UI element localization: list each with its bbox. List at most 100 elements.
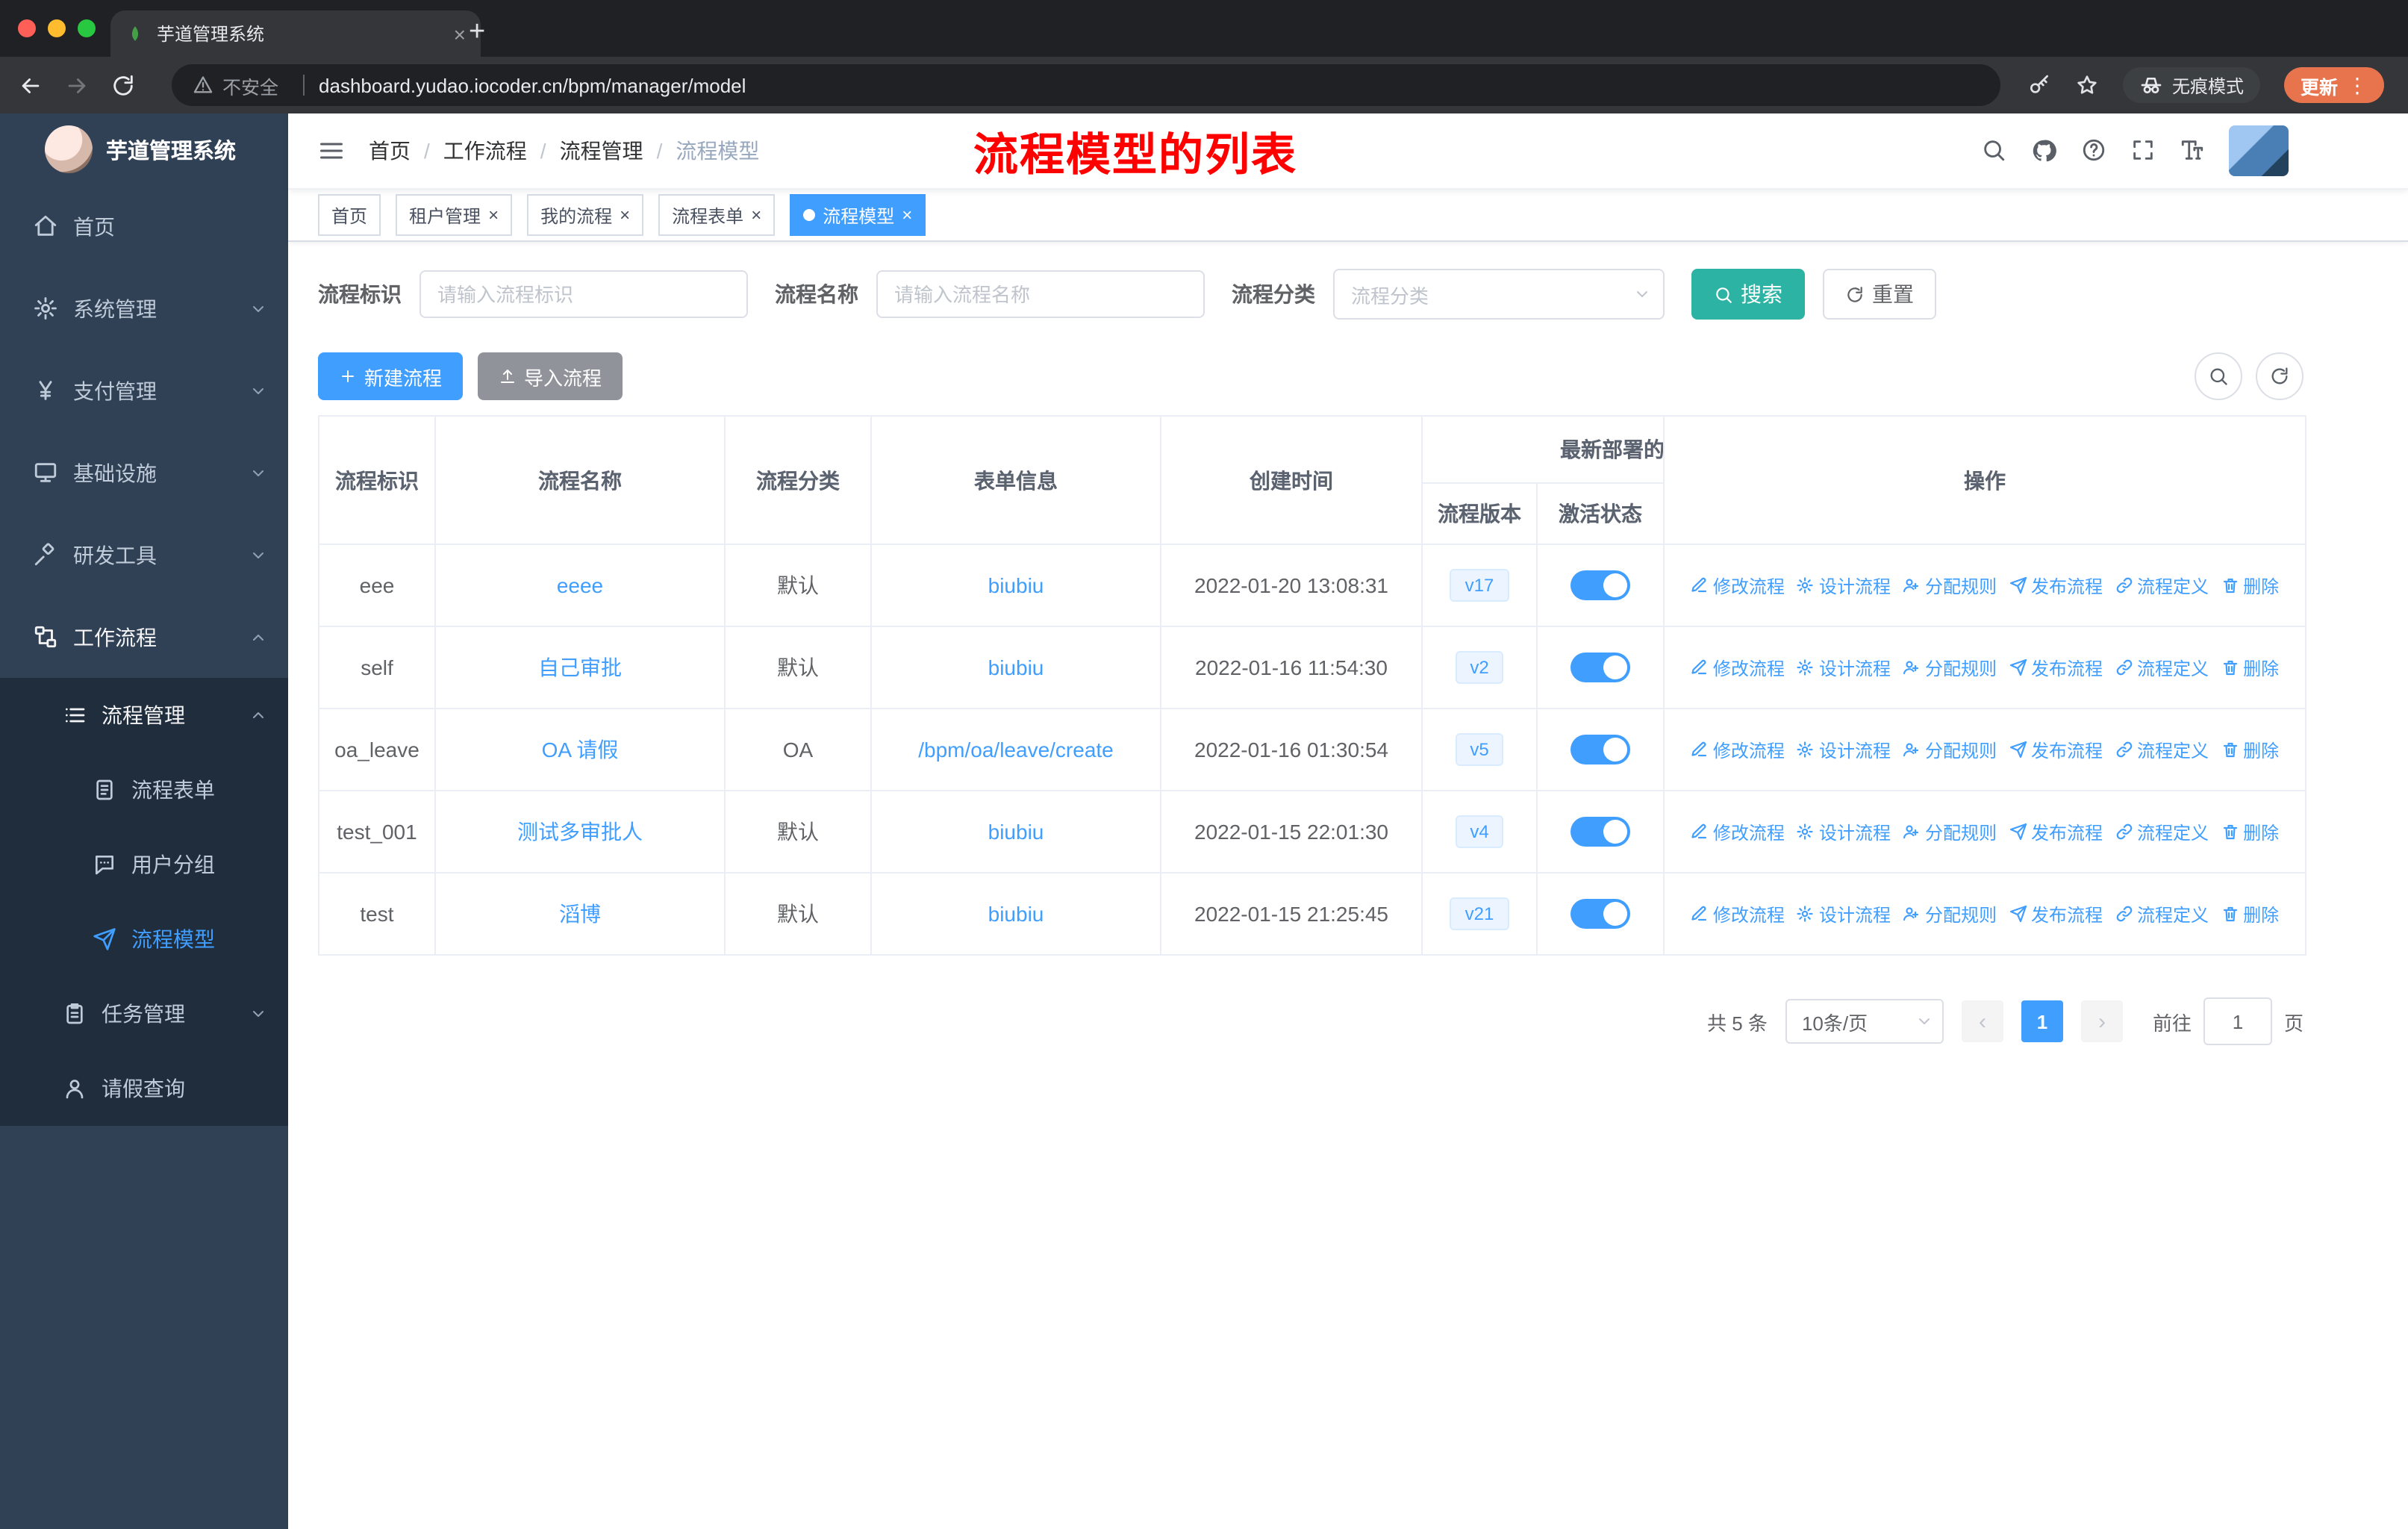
process-name-link[interactable]: 自己审批: [538, 655, 622, 679]
back-button[interactable]: [18, 72, 43, 98]
modify-process-action[interactable]: 修改流程: [1691, 737, 1785, 762]
tab-my-process[interactable]: 我的流程 ×: [527, 194, 644, 236]
process-definition-action[interactable]: 流程定义: [2115, 819, 2209, 844]
publish-process-action[interactable]: 发布流程: [2009, 819, 2103, 844]
tab-home[interactable]: 首页: [318, 194, 381, 236]
breadcrumb-item[interactable]: 首页: [369, 136, 411, 166]
sidebar-item-process-management[interactable]: 流程管理: [0, 678, 288, 753]
bookmark-star-icon[interactable]: [2075, 73, 2099, 97]
address-bar[interactable]: 不安全 dashboard.yudao.iocoder.cn/bpm/manag…: [172, 64, 2000, 106]
next-page-button[interactable]: ›: [2080, 1000, 2123, 1042]
breadcrumb-item[interactable]: 工作流程: [443, 136, 527, 166]
user-avatar[interactable]: [2229, 125, 2289, 176]
assign-rule-action[interactable]: 分配规则: [1903, 737, 1997, 762]
password-key-icon[interactable]: [2027, 73, 2051, 97]
zoom-window-button[interactable]: [78, 19, 96, 37]
publish-process-action[interactable]: 发布流程: [2009, 737, 2103, 762]
toggle-search-button[interactable]: [2195, 352, 2242, 400]
process-definition-action[interactable]: 流程定义: [2115, 655, 2209, 680]
refresh-table-button[interactable]: [2256, 352, 2303, 400]
url-text[interactable]: dashboard.yudao.iocoder.cn/bpm/manager/m…: [319, 74, 746, 96]
assign-rule-action[interactable]: 分配规则: [1903, 573, 1997, 598]
create-process-button[interactable]: 新建流程: [318, 352, 464, 400]
search-icon[interactable]: [1981, 137, 2006, 164]
modify-process-action[interactable]: 修改流程: [1691, 573, 1785, 598]
browser-menu-icon[interactable]: ⋮: [2347, 72, 2368, 98]
sidebar-item-home[interactable]: 首页: [0, 185, 288, 267]
close-icon[interactable]: ×: [902, 205, 912, 225]
close-icon[interactable]: ×: [620, 205, 630, 225]
sidebar-item-leave-query[interactable]: 请假查询: [0, 1051, 288, 1126]
sidebar-item-devtools[interactable]: 研发工具: [0, 514, 288, 596]
sidebar-item-pay[interactable]: 支付管理: [0, 349, 288, 432]
delete-action[interactable]: 删除: [2221, 655, 2279, 680]
form-info-link[interactable]: biubiu: [988, 573, 1044, 597]
tab-process-form[interactable]: 流程表单 ×: [658, 194, 776, 236]
publish-process-action[interactable]: 发布流程: [2009, 573, 2103, 598]
active-toggle[interactable]: [1570, 735, 1630, 764]
font-size-icon[interactable]: [2180, 137, 2205, 164]
modify-process-action[interactable]: 修改流程: [1691, 655, 1785, 680]
delete-action[interactable]: 删除: [2221, 901, 2279, 927]
process-name-input[interactable]: [876, 270, 1205, 318]
browser-tab[interactable]: 芋道管理系统 ×: [110, 10, 481, 57]
process-definition-action[interactable]: 流程定义: [2115, 737, 2209, 762]
search-button[interactable]: 搜索: [1691, 269, 1805, 320]
delete-action[interactable]: 删除: [2221, 737, 2279, 762]
help-icon[interactable]: [2081, 137, 2106, 164]
form-info-link[interactable]: biubiu: [988, 655, 1044, 679]
delete-action[interactable]: 删除: [2221, 819, 2279, 844]
page-size-select[interactable]: 10条/页: [1785, 999, 1944, 1044]
sidebar-item-process-form[interactable]: 流程表单: [0, 753, 288, 827]
active-toggle[interactable]: [1570, 653, 1630, 682]
process-id-input[interactable]: [419, 270, 748, 318]
assign-rule-action[interactable]: 分配规则: [1903, 901, 1997, 927]
close-icon[interactable]: ×: [488, 205, 499, 225]
goto-page-input[interactable]: [2203, 997, 2272, 1045]
reload-button[interactable]: [110, 72, 136, 98]
form-info-link[interactable]: biubiu: [988, 820, 1044, 844]
sidebar-item-task-management[interactable]: 任务管理: [0, 977, 288, 1051]
process-name-link[interactable]: OA 请假: [542, 738, 619, 762]
tab-process-model[interactable]: 流程模型 ×: [790, 194, 926, 236]
sidebar-item-infra[interactable]: 基础设施: [0, 432, 288, 514]
process-category-select[interactable]: 流程分类: [1333, 269, 1665, 320]
import-process-button[interactable]: 导入流程: [478, 352, 623, 400]
process-definition-action[interactable]: 流程定义: [2115, 573, 2209, 598]
new-tab-button[interactable]: +: [469, 13, 485, 52]
design-process-action[interactable]: 设计流程: [1797, 655, 1891, 680]
process-name-link[interactable]: 滔博: [559, 902, 601, 926]
modify-process-action[interactable]: 修改流程: [1691, 901, 1785, 927]
active-toggle[interactable]: [1570, 899, 1630, 929]
publish-process-action[interactable]: 发布流程: [2009, 655, 2103, 680]
design-process-action[interactable]: 设计流程: [1797, 819, 1891, 844]
security-label[interactable]: 不安全: [222, 71, 278, 99]
design-process-action[interactable]: 设计流程: [1797, 737, 1891, 762]
github-icon[interactable]: [2030, 137, 2057, 164]
forward-button[interactable]: [64, 72, 90, 98]
process-name-link[interactable]: 测试多审批人: [517, 820, 643, 844]
delete-action[interactable]: 删除: [2221, 573, 2279, 598]
active-toggle[interactable]: [1570, 817, 1630, 847]
prev-page-button[interactable]: ‹: [1961, 1000, 2003, 1042]
app-logo[interactable]: 芋道管理系统: [0, 113, 288, 185]
design-process-action[interactable]: 设计流程: [1797, 901, 1891, 927]
modify-process-action[interactable]: 修改流程: [1691, 819, 1785, 844]
sidebar-item-process-model[interactable]: 流程模型: [0, 902, 288, 977]
process-name-link[interactable]: eeee: [557, 573, 603, 597]
design-process-action[interactable]: 设计流程: [1797, 573, 1891, 598]
reset-button[interactable]: 重置: [1823, 269, 1936, 320]
breadcrumb-item[interactable]: 流程管理: [560, 136, 643, 166]
hamburger-icon[interactable]: [318, 137, 345, 164]
form-info-link[interactable]: biubiu: [988, 902, 1044, 926]
process-definition-action[interactable]: 流程定义: [2115, 901, 2209, 927]
minimize-window-button[interactable]: [48, 19, 66, 37]
sidebar-item-workflow[interactable]: 工作流程: [0, 596, 288, 678]
tab-tenant-management[interactable]: 租户管理 ×: [396, 194, 513, 236]
sidebar-item-user-group[interactable]: 用户分组: [0, 827, 288, 902]
close-icon[interactable]: ×: [751, 205, 761, 225]
page-1-button[interactable]: 1: [2021, 1000, 2063, 1042]
sidebar-item-system[interactable]: 系统管理: [0, 267, 288, 349]
fullscreen-icon[interactable]: [2130, 137, 2156, 164]
active-toggle[interactable]: [1570, 570, 1630, 600]
